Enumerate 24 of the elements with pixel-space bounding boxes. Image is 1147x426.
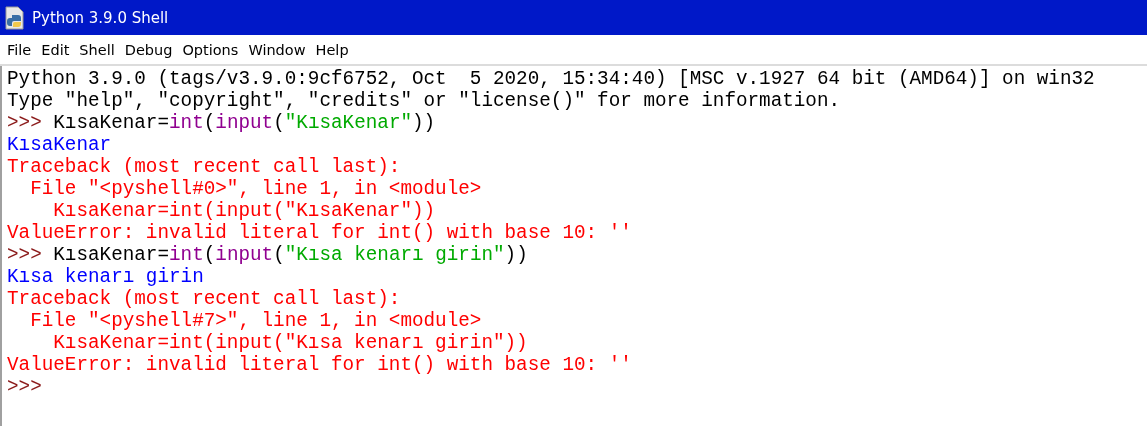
shell-line: File "<pyshell#7>", line 1, in <module> <box>29 310 482 332</box>
shell-line: KısaKenar <box>7 134 112 156</box>
shell-line: Python 3.9.0 (tags/v3.9.0:9cf6752, Oct 5 2020, 15:34:40) [MSC v.1927 64 bit (AMD64)] on win32 <box>7 68 1095 90</box>
shell-line: Kısa kenarı girin <box>7 266 204 288</box>
shell-line: KısaKenar=int(input("Kısa kenarı girin")) <box>52 332 528 354</box>
shell-line: Traceback (most recent call last): <box>7 156 401 178</box>
window-title: Python 3.9.0 Shell <box>32 8 169 27</box>
python-file-icon <box>4 5 26 30</box>
shell-line: ValueError: invalid literal for int() with base 10: '' <box>7 222 632 244</box>
menu-item[interactable]: Shell <box>74 41 120 58</box>
shell-line: File "<pyshell#0>", line 1, in <module> <box>29 178 482 200</box>
menu-item[interactable]: File <box>2 41 37 58</box>
shell-line: Traceback (most recent call last): <box>7 288 401 310</box>
menu-item[interactable]: Window <box>243 41 311 58</box>
shell-line: >>> <box>7 376 42 398</box>
shell-line: KısaKenar=int(input("KısaKenar")) <box>52 200 436 222</box>
menu-item[interactable]: Help <box>310 41 354 58</box>
shell-line: >>> KısaKenar=int(input("KısaKenar")) <box>7 112 436 134</box>
menu-item[interactable]: Edit <box>36 41 75 58</box>
menu-item[interactable]: Options <box>177 41 244 58</box>
menu-item[interactable]: Debug <box>119 41 178 58</box>
shell-line: ValueError: invalid literal for int() with base 10: '' <box>7 354 632 376</box>
shell-line: >>> KısaKenar=int(input("Kısa kenarı girin")) <box>7 244 528 266</box>
shell-line: Type "help", "copyright", "credits" or "license()" for more information. <box>7 90 841 112</box>
